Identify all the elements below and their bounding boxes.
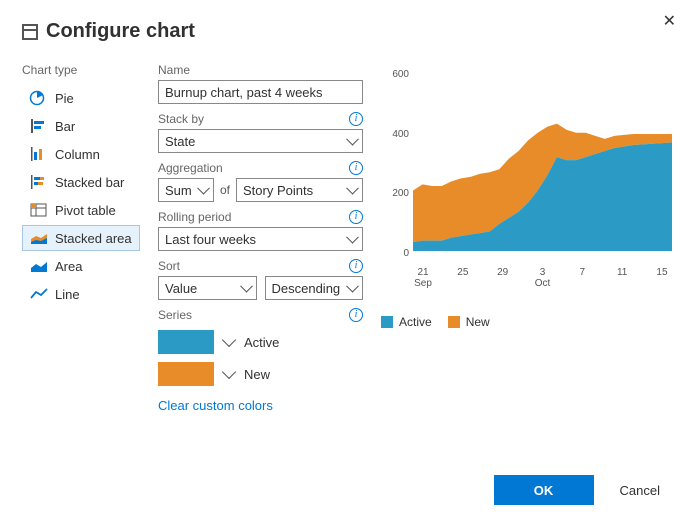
chart-type-pie[interactable]: Pie (22, 85, 140, 111)
y-tick-label: 200 (381, 188, 409, 199)
pie-icon (29, 90, 49, 106)
stacked-area-icon (29, 230, 49, 246)
chevron-down-icon[interactable] (222, 333, 236, 347)
chart-type-stacked-bar[interactable]: Stacked bar (22, 169, 140, 195)
legend-swatch (381, 316, 393, 328)
series-name: New (244, 367, 270, 382)
cancel-button[interactable]: Cancel (608, 477, 672, 504)
chart-preview-panel: 600 400 200 0 21Sep 25 29 3Oct 7 11 15 Active New (381, 63, 672, 413)
legend-item: New (448, 315, 490, 329)
chart-type-column[interactable]: Column (22, 141, 140, 167)
aggregation-field-select[interactable] (236, 178, 363, 202)
chart-type-label: Area (55, 259, 82, 274)
info-icon[interactable]: i (349, 259, 363, 273)
rolling-period-label: Rolling period (158, 210, 231, 224)
clear-custom-colors-link[interactable]: Clear custom colors (158, 398, 273, 413)
legend-label: New (466, 315, 490, 329)
x-tick-label: 11 (612, 267, 632, 289)
dialog-footer: OK Cancel (494, 475, 672, 505)
pivot-table-icon (29, 202, 49, 218)
legend-swatch (448, 316, 460, 328)
series-row: New (158, 362, 363, 386)
info-icon[interactable]: i (349, 161, 363, 175)
chart-type-stacked-area[interactable]: Stacked area (22, 225, 140, 251)
ok-button[interactable]: OK (494, 475, 594, 505)
chart-type-label: Column (55, 147, 100, 162)
chart-type-area[interactable]: Area (22, 253, 140, 279)
series-row: Active (158, 330, 363, 354)
bar-icon (29, 118, 49, 134)
x-tick-label: 25 (453, 267, 473, 289)
sort-direction-select[interactable] (265, 276, 364, 300)
close-icon[interactable]: ✕ (659, 10, 680, 34)
name-input[interactable] (158, 80, 363, 104)
series-label: Series (158, 308, 192, 322)
aggregation-label: Aggregation (158, 161, 223, 175)
chart-type-label: Bar (55, 119, 75, 134)
info-icon[interactable]: i (349, 112, 363, 126)
stacked-bar-icon (29, 174, 49, 190)
legend-item: Active (381, 315, 432, 329)
chart-type-label: Pie (55, 91, 74, 106)
chart-type-label: Stacked area (55, 231, 132, 246)
x-tick-label: 15 (652, 267, 672, 289)
y-tick-label: 400 (381, 129, 409, 140)
x-tick-label: 3Oct (532, 267, 552, 289)
stack-by-label: Stack by (158, 112, 204, 126)
rolling-period-select[interactable] (158, 227, 363, 251)
sort-label: Sort (158, 259, 180, 273)
chart-type-panel: Chart type Pie Bar Column Stacked bar Pivot … (22, 63, 140, 413)
dialog-title: Configure chart (46, 20, 195, 43)
chart-type-line[interactable]: Line (22, 281, 140, 307)
aggregation-of-label: of (220, 183, 230, 197)
series-color-swatch[interactable] (158, 362, 214, 386)
series-name: Active (244, 335, 279, 350)
dialog-header: Configure chart (22, 20, 672, 43)
chart-type-list: Pie Bar Column Stacked bar Pivot table Stacke… (22, 85, 140, 307)
info-icon[interactable]: i (349, 308, 363, 322)
y-tick-label: 600 (381, 69, 409, 80)
chart-type-heading: Chart type (22, 63, 140, 77)
chart-type-label: Line (55, 287, 80, 302)
line-icon (29, 286, 49, 302)
y-tick-label: 0 (381, 248, 409, 259)
x-tick-label: 21Sep (413, 267, 433, 289)
x-tick-label: 29 (493, 267, 513, 289)
sort-field-select[interactable] (158, 276, 257, 300)
config-form: Name Stack by i Aggregation i of Rolling… (158, 63, 363, 413)
aggregation-func-select[interactable] (158, 178, 214, 202)
info-icon[interactable]: i (349, 210, 363, 224)
chart-icon (22, 24, 38, 40)
chart-type-pivot-table[interactable]: Pivot table (22, 197, 140, 223)
stack-by-select[interactable] (158, 129, 363, 153)
column-icon (29, 146, 49, 162)
chart-type-label: Stacked bar (55, 175, 124, 190)
chevron-down-icon[interactable] (222, 365, 236, 379)
name-label: Name (158, 63, 190, 77)
area-icon (29, 258, 49, 274)
chart-type-bar[interactable]: Bar (22, 113, 140, 139)
x-tick-label: 7 (572, 267, 592, 289)
chart-type-label: Pivot table (55, 203, 116, 218)
chart-legend: Active New (381, 315, 672, 329)
legend-label: Active (399, 315, 432, 329)
series-color-swatch[interactable] (158, 330, 214, 354)
chart-preview: 6004002000 21Sep25293Oct71115 (381, 69, 672, 279)
